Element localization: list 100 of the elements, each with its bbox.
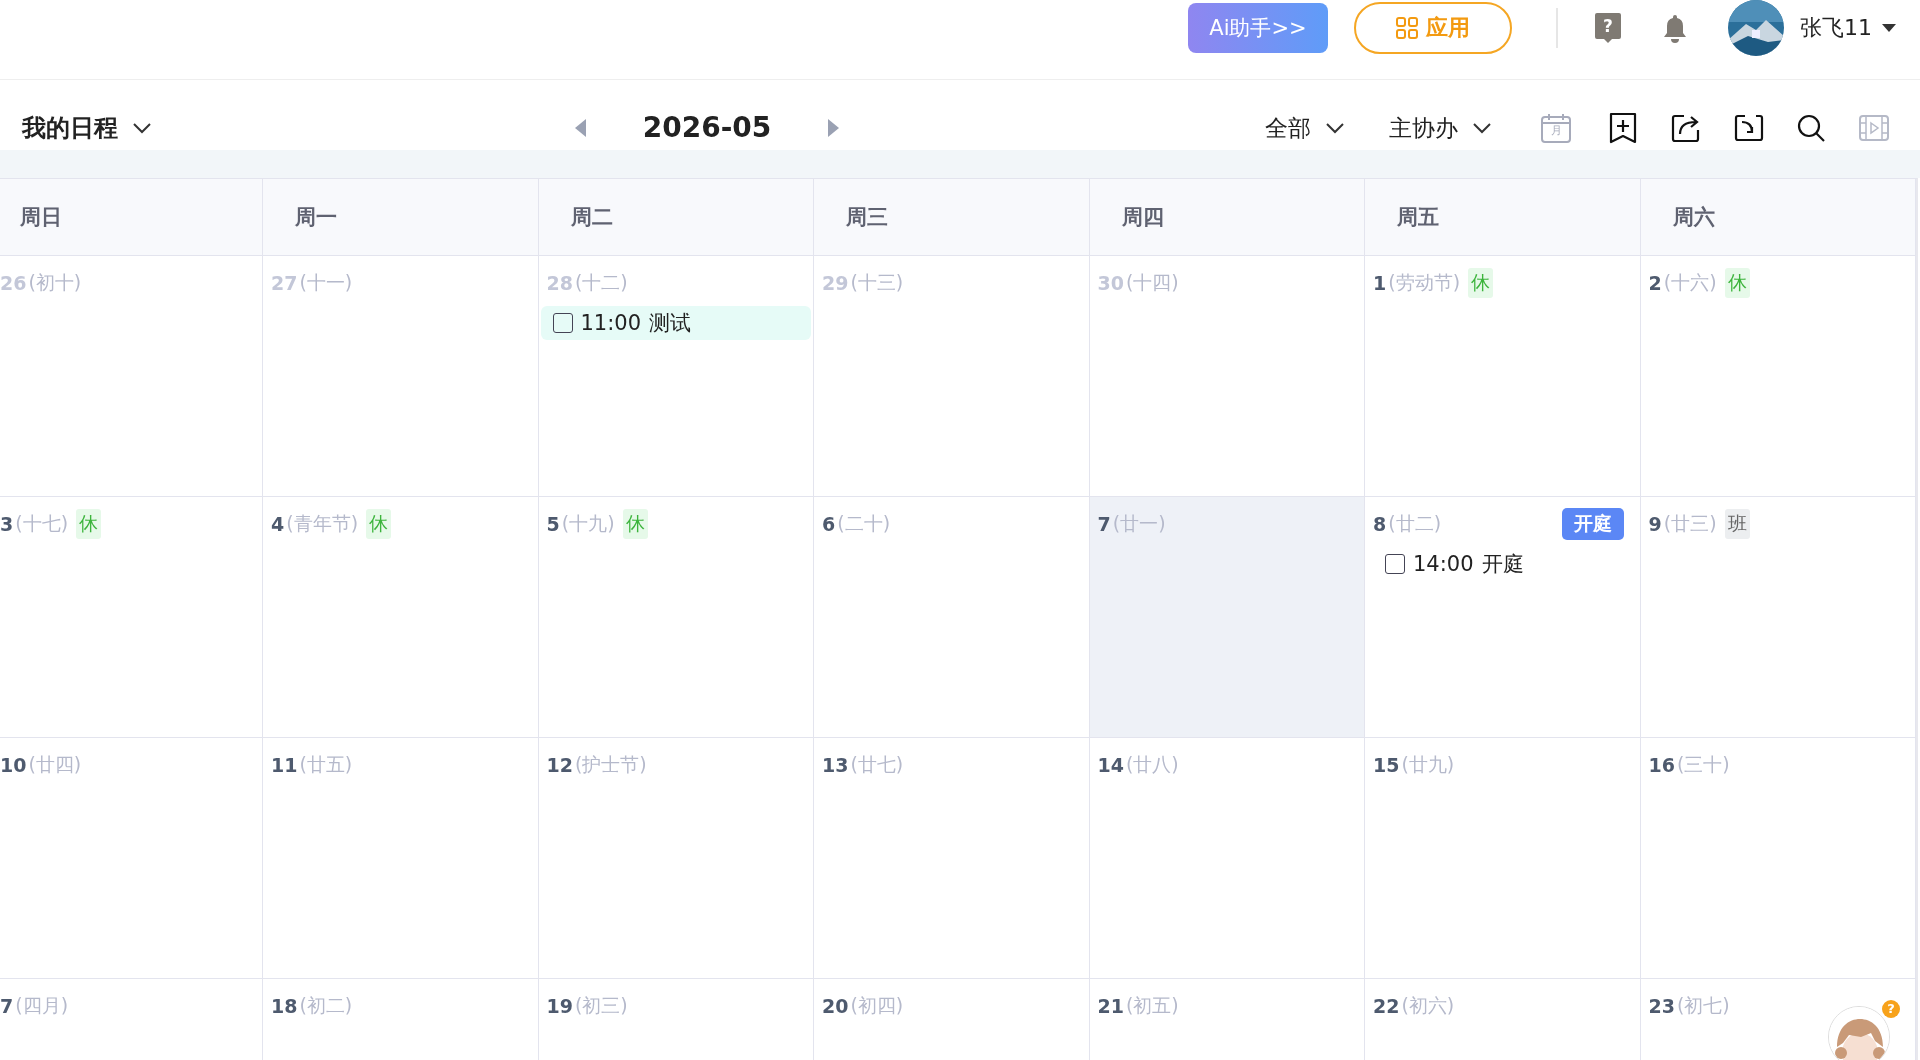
chevron-down-icon: [1325, 122, 1345, 134]
day-cell[interactable]: 13(廿七): [814, 738, 1090, 979]
weekday-label: 周五: [1397, 204, 1439, 231]
day-number: 7: [0, 995, 14, 1017]
day-number: 6: [822, 513, 836, 535]
day-number: 16: [1648, 754, 1675, 776]
day-number: 30: [1097, 272, 1124, 294]
day-number: 1: [1373, 272, 1387, 294]
event-time: 11:00: [580, 311, 642, 335]
lunar-date: (初七): [1676, 993, 1730, 1018]
lunar-date: (劳动节): [1388, 270, 1461, 295]
day-number: 28: [546, 272, 573, 294]
lunar-date: (初五): [1125, 993, 1179, 1018]
weekday-label: 周日: [20, 204, 62, 231]
day-number: 27: [271, 272, 298, 294]
day-cell[interactable]: 8(廿二) 开庭 14:00 开庭: [1365, 497, 1641, 738]
event-item[interactable]: 14:00 开庭: [1373, 547, 1632, 581]
weekday-label: 周四: [1121, 204, 1164, 231]
lunar-date: (十四): [1125, 270, 1179, 295]
day-cell[interactable]: 10(廿四): [0, 738, 263, 979]
lunar-date: (护士节): [574, 752, 647, 777]
lunar-date: (廿三): [1663, 511, 1717, 536]
event-tag: 开庭: [1561, 508, 1624, 540]
day-number: 14: [1097, 754, 1124, 776]
calendar-menu[interactable]: 我的日程: [22, 112, 152, 144]
checkbox[interactable]: [1385, 554, 1405, 574]
day-number: 15: [1373, 754, 1400, 776]
holiday-badge: 休: [366, 509, 392, 539]
search-icon[interactable]: [1796, 113, 1826, 143]
lunar-date: (廿九): [1401, 752, 1455, 777]
day-cell[interactable]: 7(廿一): [1089, 497, 1365, 738]
day-number: 13: [822, 754, 849, 776]
day-cell[interactable]: 1(劳动节) 休: [1365, 256, 1641, 497]
lunar-date: (十九): [561, 511, 615, 536]
lunar-date: (十一): [299, 270, 353, 295]
chevron-down-icon: [1472, 122, 1492, 134]
lunar-date: (十七): [15, 511, 69, 536]
day-number: 5: [546, 513, 560, 535]
event-title: 开庭: [1481, 551, 1524, 578]
day-number: 29: [822, 272, 849, 294]
add-bookmark-icon[interactable]: [1608, 112, 1638, 144]
lunar-date: (廿四): [28, 752, 82, 777]
grid-icon: [1396, 16, 1418, 39]
user-name[interactable]: 张飞11: [1800, 12, 1872, 43]
workday-badge: 班: [1724, 509, 1750, 539]
lunar-date: (初四): [850, 993, 904, 1018]
day-number: 9: [1648, 513, 1662, 535]
day-number: 23: [1648, 995, 1675, 1017]
lunar-date: (四月): [15, 993, 69, 1018]
event-item[interactable]: 11:00 测试: [540, 306, 811, 340]
day-number: 2: [1648, 272, 1662, 294]
day-cell[interactable]: 2(十六) 休: [1640, 256, 1916, 497]
day-cell[interactable]: 12(护士节): [538, 738, 814, 979]
day-number: 4: [271, 513, 285, 535]
current-month: 2026-05: [641, 111, 773, 144]
day-cell[interactable]: 3(十七) 休: [0, 497, 263, 738]
holiday-badge: 休: [1724, 268, 1750, 298]
day-cell[interactable]: 5(十九) 休: [538, 497, 814, 738]
lunar-date: (廿五): [299, 752, 353, 777]
day-number: 20: [822, 995, 849, 1017]
bell-icon[interactable]: [1662, 12, 1688, 43]
day-number: 11: [271, 754, 298, 776]
help-icon[interactable]: ?: [1594, 11, 1622, 44]
weekday-label: 周一: [295, 204, 337, 231]
day-number: 8: [1373, 513, 1387, 535]
day-number: 19: [546, 995, 573, 1017]
event-time: 14:00: [1413, 552, 1474, 576]
import-icon[interactable]: [1734, 113, 1764, 143]
checkbox[interactable]: [552, 313, 573, 333]
lunar-date: (初三): [574, 993, 628, 1018]
lunar-date: (三十): [1676, 752, 1730, 777]
day-number: 22: [1373, 995, 1400, 1017]
lunar-date: (十六): [1663, 270, 1717, 295]
day-cell[interactable]: 11(廿五): [263, 738, 539, 979]
day-cell[interactable]: 14(廿八): [1089, 738, 1365, 979]
caret-icon[interactable]: [1882, 23, 1896, 32]
weekday-label: 周六: [1672, 204, 1715, 231]
day-cell[interactable]: 15(廿九): [1365, 738, 1641, 979]
day-cell[interactable]: 4(青年节) 休: [263, 497, 539, 738]
holiday-badge: 休: [76, 509, 102, 539]
day-cell[interactable]: 28(十二) 11:00 测试: [538, 256, 814, 497]
holiday-badge: 休: [622, 509, 648, 539]
holiday-badge: 休: [1468, 268, 1494, 298]
day-cell[interactable]: 7(四月): [0, 979, 263, 1060]
chevron-down-icon: [132, 122, 152, 134]
lunar-date: (初六): [1401, 993, 1455, 1018]
lunar-date: (廿二): [1388, 511, 1442, 536]
day-number: 12: [546, 754, 573, 776]
lunar-date: (初二): [299, 993, 353, 1018]
lunar-date: (二十): [837, 511, 891, 536]
weekday-label: 周三: [846, 204, 888, 231]
lunar-date: (廿一): [1112, 511, 1166, 536]
lunar-date: (廿七): [850, 752, 904, 777]
day-cell[interactable]: 16(三十): [1640, 738, 1916, 979]
day-cell[interactable]: 6(二十): [814, 497, 1090, 738]
day-cell[interactable]: 9(廿三) 班: [1640, 497, 1916, 738]
day-number: 21: [1097, 995, 1124, 1017]
share-icon[interactable]: [1670, 112, 1702, 144]
lunar-date: (廿八): [1125, 752, 1179, 777]
day-number: 26: [0, 272, 27, 294]
